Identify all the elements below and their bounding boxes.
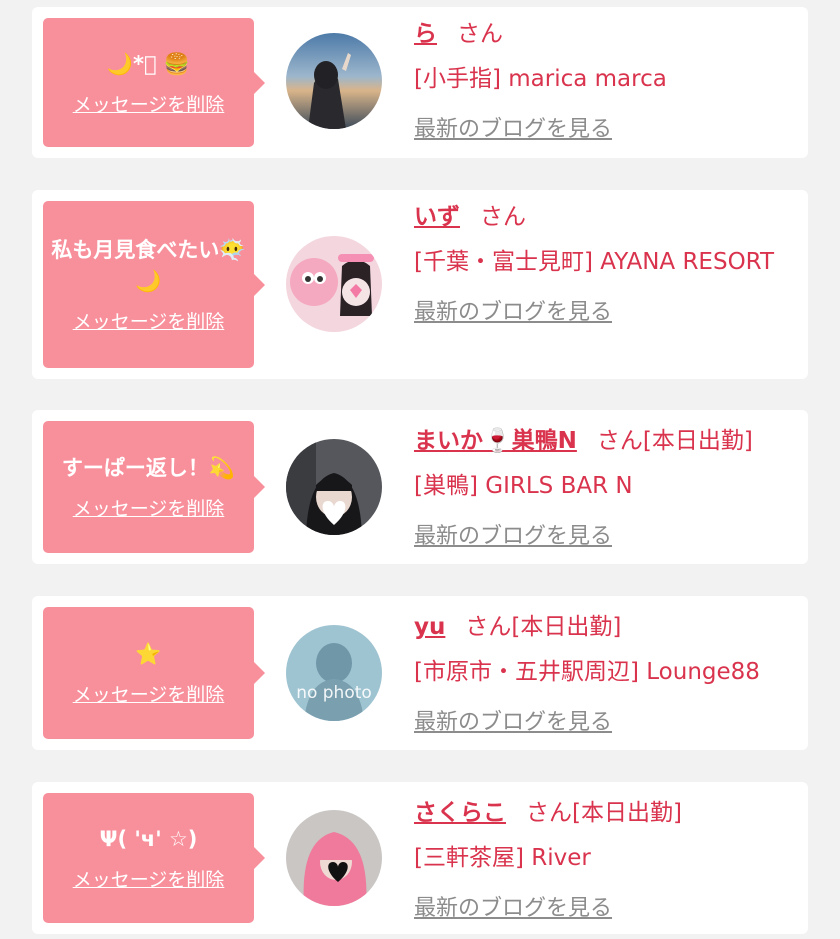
shop-name: [巣鴨] GIRLS BAR N — [414, 473, 633, 499]
list-item: 🌙*ﾟ 🍔 メッセージを削除 ら さん [小手指] marica marca 最… — [32, 7, 808, 158]
message-bubble: Ψ( 'ч' ☆) メッセージを削除 — [43, 793, 265, 923]
honorific: さん — [457, 21, 503, 47]
status-badge: [本日出勤] — [511, 614, 622, 640]
latest-blog-link[interactable]: 最新のブログを見る — [414, 704, 612, 736]
status-badge: [本日出勤] — [572, 800, 682, 826]
delete-message-link[interactable]: メッセージを削除 — [73, 494, 225, 521]
message-text: Ψ( 'ч' ☆) — [99, 827, 198, 851]
user-name-link[interactable]: さくらこ — [414, 800, 506, 826]
avatar[interactable] — [286, 33, 382, 129]
user-info: いず さん [千葉・富士見町] AYANA RESORT 最新のブログを見る — [414, 202, 790, 326]
message-text: 🌙*ﾟ 🍔 — [106, 51, 191, 76]
avatar[interactable] — [286, 810, 382, 906]
list-item: 私も月見食べたい😶‍🌫️🌙 メッセージを削除 いずさん [千葉・富士見町] A — [32, 190, 808, 379]
latest-blog-link[interactable]: 最新のブログを見る — [414, 890, 612, 922]
list-item: すーぱー返し！💫 メッセージを削除 まいか🍷巣鴨N さん[本日出勤] [巣鴨] G… — [32, 410, 808, 564]
latest-blog-link[interactable]: 最新のブログを見る — [414, 518, 612, 550]
message-text: ⭐ — [135, 642, 162, 666]
latest-blog-link[interactable]: 最新のブログを見る — [414, 294, 612, 326]
no-photo-label: no photo — [296, 683, 372, 703]
shop-name: [小手指] marica marca — [414, 66, 667, 92]
delete-message-link[interactable]: メッセージを削除 — [73, 865, 225, 892]
shop-name: [千葉・富士見町] AYANA RESORT — [414, 249, 775, 275]
message-bubble: 🌙*ﾟ 🍔 メッセージを削除 — [43, 18, 265, 147]
message-bubble: すーぱー返し！💫 メッセージを削除 — [43, 421, 265, 553]
user-name-link[interactable]: yu — [414, 614, 445, 640]
shop-name: [市原市・五井駅周辺] Lounge88 — [414, 659, 760, 685]
honorific: さん — [526, 800, 572, 826]
honorific: さん — [480, 204, 526, 230]
delete-message-link[interactable]: メッセージを削除 — [73, 90, 225, 117]
status-badge: [本日出勤] — [642, 428, 753, 454]
user-info: さくらこ さん[本日出勤] [三軒茶屋] River 最新のブログを見る — [414, 798, 790, 922]
user-info: yu さん[本日出勤] [市原市・五井駅周辺] Lounge88 最新のブログを見… — [414, 612, 790, 736]
latest-blog-link[interactable]: 最新のブログを見る — [414, 111, 612, 143]
message-list: 🌙*ﾟ 🍔 メッセージを削除 ら さん [小手指] marica marca 最… — [0, 0, 840, 939]
avatar[interactable]: no photo — [286, 625, 382, 721]
avatar[interactable] — [286, 439, 382, 535]
honorific: さん — [465, 614, 512, 640]
message-text: すーぱー返し！💫 — [61, 456, 236, 480]
message-bubble: ⭐ メッセージを削除 — [43, 607, 265, 739]
list-item: Ψ( 'ч' ☆) メッセージを削除 さくらこ さん[本日出勤] [三軒茶屋] R… — [32, 782, 808, 934]
message-text: 私も月見食べたい😶‍🌫️🌙 — [51, 238, 246, 293]
delete-message-link[interactable]: メッセージを削除 — [73, 307, 225, 334]
list-item: ⭐ メッセージを削除 no photo yu さん[本日出勤] [市原市・五井駅周… — [32, 596, 808, 750]
message-bubble: 私も月見食べたい😶‍🌫️🌙 メッセージを削除 — [43, 201, 265, 368]
user-name-link[interactable]: ら — [414, 21, 437, 47]
user-name-link[interactable]: いず — [414, 204, 460, 230]
delete-message-link[interactable]: メッセージを削除 — [73, 680, 225, 707]
avatar[interactable] — [286, 236, 382, 332]
user-info: まいか🍷巣鴨N さん[本日出勤] [巣鴨] GIRLS BAR N 最新のブログを… — [414, 426, 790, 550]
user-name-link[interactable]: まいか🍷巣鴨N — [414, 428, 577, 454]
honorific: さん — [596, 428, 643, 454]
user-info: らさん [小手指] marica marca 最新のブログを見る — [414, 19, 790, 143]
shop-name: [三軒茶屋] River — [414, 845, 591, 871]
